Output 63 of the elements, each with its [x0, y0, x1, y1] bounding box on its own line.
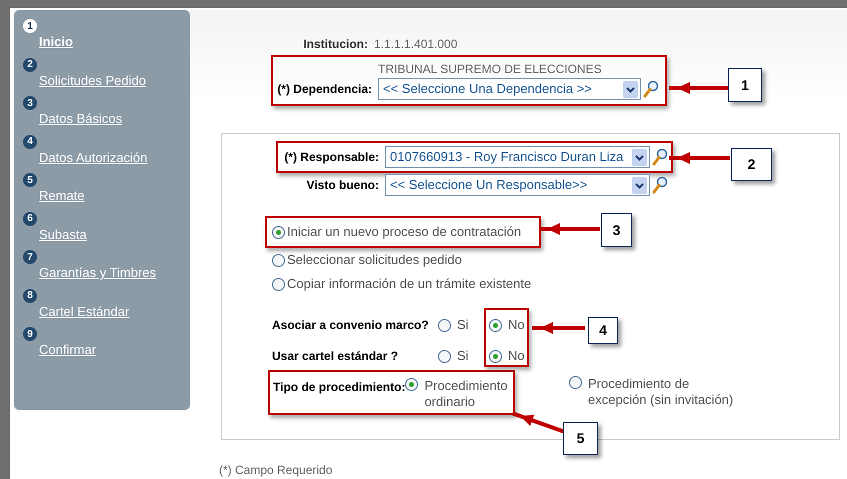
radio-button[interactable]: [489, 350, 502, 362]
callout-number: 4: [588, 317, 618, 344]
field-label: Institucion:: [302, 36, 368, 53]
search-icon[interactable]: [652, 148, 668, 166]
chevron-down-icon: [632, 148, 647, 166]
step-number: 7: [23, 250, 37, 264]
callout-number: 1: [728, 68, 762, 102]
arrow: [669, 82, 730, 94]
step-link[interactable]: Inicio: [39, 33, 73, 51]
footnote: (*) Campo Requerido: [219, 463, 332, 477]
field-label: Visto bueno:: [306, 177, 379, 194]
dropdown-field[interactable]: << Seleccione Un Responsable>>: [385, 174, 650, 196]
callout-number: 2: [731, 148, 772, 181]
chevron-down-icon: [623, 80, 638, 98]
chevron-down-icon: [632, 176, 647, 194]
step-link[interactable]: Datos Básicos: [39, 110, 122, 128]
step-number: 1: [23, 19, 37, 33]
step-link[interactable]: Solicitudes Pedido: [39, 72, 146, 90]
step-link[interactable]: Garantías y Timbres: [39, 264, 156, 282]
radio-button[interactable]: [438, 318, 451, 332]
step-link[interactable]: Confirmar: [39, 341, 96, 359]
dependency-caption: TRIBUNAL SUPREMO DE ELECCIONES: [378, 62, 602, 76]
radio-button[interactable]: [272, 254, 285, 266]
option-label: Copiar información de un trámite existente: [287, 275, 532, 294]
radio-button[interactable]: [272, 278, 285, 290]
option-label: Si: [457, 347, 469, 366]
step-number: 3: [23, 96, 37, 110]
callout-number: 3: [601, 213, 632, 247]
field-label: (*) Responsable:: [283, 149, 379, 166]
option-label: Si: [457, 316, 469, 334]
step-number: 5: [23, 173, 37, 187]
field-label: (*) Dependencia:: [276, 81, 372, 98]
radio-button[interactable]: [438, 350, 451, 362]
step-number: 8: [23, 288, 37, 302]
step-number: 6: [23, 212, 37, 226]
step-link[interactable]: Remate: [39, 187, 85, 205]
step-number: 2: [23, 58, 37, 72]
callout-number: 5: [563, 422, 598, 455]
field-value: 1.1.1.1.401.000: [374, 36, 458, 53]
step-number: 4: [23, 134, 37, 148]
field-label: Tipo de procedimiento:: [273, 379, 406, 396]
radio-button[interactable]: [569, 376, 582, 389]
option-label: No: [508, 347, 525, 366]
step-link[interactable]: Cartel Estándar: [39, 302, 130, 320]
radio-button[interactable]: [489, 318, 502, 332]
option-label: Procedimiento de excepción (sin invitación): [588, 376, 734, 408]
option-label: Seleccionar solicitudes pedido: [287, 251, 462, 270]
radio-button[interactable]: [272, 226, 285, 238]
radio-button[interactable]: [405, 378, 418, 391]
highlight-frame: [484, 308, 529, 367]
step-link[interactable]: Subasta: [39, 226, 87, 244]
search-icon[interactable]: [652, 176, 668, 194]
option-label: No: [508, 316, 525, 334]
step-number: 9: [23, 327, 37, 341]
arrow: [532, 322, 585, 334]
option-label: Iniciar un nuevo proceso de contratación: [287, 223, 522, 242]
dropdown-field[interactable]: << Seleccione Una Dependencia >>: [378, 78, 641, 100]
step-link[interactable]: Datos Autorización: [39, 148, 148, 166]
option-label: Procedimiento ordinario: [424, 378, 509, 410]
search-icon[interactable]: [643, 80, 659, 98]
question-label: Asociar a convenio marco?: [272, 317, 430, 334]
question-label: Usar cartel estándar ?: [272, 348, 400, 365]
dropdown-field[interactable]: 0107660913 - Roy Francisco Duran Liza: [385, 146, 650, 168]
